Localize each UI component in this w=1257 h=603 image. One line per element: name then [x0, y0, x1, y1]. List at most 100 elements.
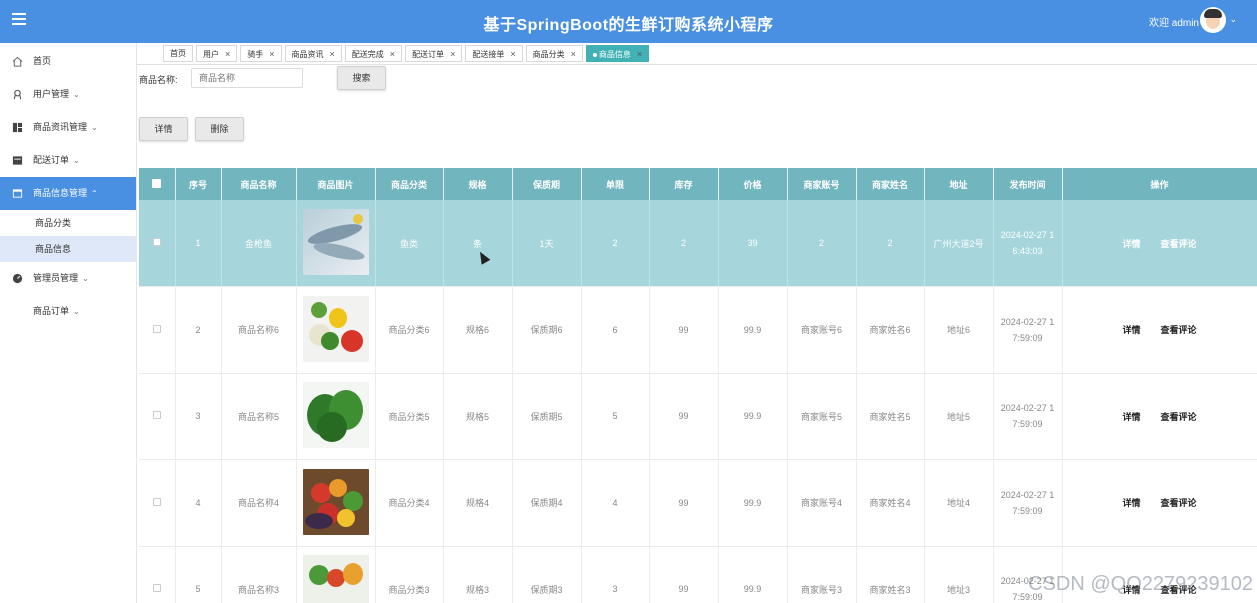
tab-delivery-orders[interactable]: 配送订单 × — [405, 45, 463, 62]
sidebar-item-label: 配送订单 — [33, 155, 70, 165]
cell-no: 1 — [175, 200, 222, 287]
cell-spec: 规格6 — [443, 286, 513, 374]
row-checkbox[interactable] — [152, 411, 161, 420]
tab-delivered[interactable]: 配送完成 × — [344, 45, 403, 62]
row-detail-button[interactable]: 详情 — [1122, 325, 1140, 335]
tab-riders[interactable]: 骑手 × — [240, 45, 282, 62]
row-detail-button[interactable]: 详情 — [1122, 412, 1140, 422]
table-row[interactable]: 2 商品名称6 商品分类6 规格6 保质期6 6 99 99.9 商家账号6 商… — [139, 286, 1257, 374]
avatar[interactable] — [1200, 7, 1226, 33]
table-row[interactable]: 3 商品名称5 商品分类5 规格5 保质期5 5 99 99.9 商家账号5 商… — [139, 373, 1257, 460]
cell-shelf-life: 1天 — [512, 200, 582, 287]
row-detail-button[interactable]: 详情 — [1122, 498, 1140, 508]
row-review-button[interactable]: 查看评论 — [1161, 239, 1197, 249]
sidebar-item-admin[interactable]: 管理员管理 ⌄ — [0, 262, 136, 295]
tab-home[interactable]: 首页 — [163, 45, 193, 62]
column-header[interactable]: 库存 — [649, 168, 719, 200]
close-icon[interactable]: × — [510, 49, 515, 59]
row-checkbox[interactable] — [152, 238, 161, 246]
tab-label: 骑手 — [247, 50, 264, 59]
row-review-button[interactable]: 查看评论 — [1161, 412, 1197, 422]
cell-stock: 2 — [649, 200, 719, 287]
cell-account: 商家账号6 — [787, 286, 857, 374]
sidebar-item-news[interactable]: 商品资讯管理 ⌄ — [0, 111, 136, 144]
column-header[interactable]: 商家姓名 — [856, 168, 925, 200]
table-row[interactable]: 1 金枪鱼 鱼类 条 1天 2 2 39 2 2 广州大道2号 2024-02-… — [139, 200, 1257, 287]
row-detail-button[interactable]: 详情 — [1122, 239, 1140, 249]
chevron-down-icon[interactable]: ⌄ — [1229, 14, 1237, 25]
tab-users[interactable]: 用户 × — [196, 45, 238, 62]
cell-address: 地址6 — [924, 286, 994, 374]
column-header[interactable]: 商品名称 — [221, 168, 297, 200]
user-icon — [13, 89, 22, 100]
close-icon[interactable]: × — [390, 49, 395, 59]
cell-date: 2024-02-27 1 7:59:09 — [993, 286, 1063, 374]
tab-delivery-accept[interactable]: 配送接单 × — [465, 45, 523, 62]
active-dot-icon — [592, 52, 597, 57]
column-header[interactable]: 序号 — [175, 168, 222, 200]
column-header[interactable]: 单限 — [581, 168, 650, 200]
chevron-down-icon: ⌄ — [82, 274, 89, 283]
delete-button[interactable]: 删除 — [195, 117, 244, 141]
close-icon[interactable]: × — [225, 49, 230, 59]
cell-account: 2 — [787, 200, 857, 287]
tab-label: 用户 — [203, 50, 219, 59]
app-title: 基于SpringBoot的生鲜订购系统小程序 — [483, 17, 774, 34]
cell-merchant: 2 — [856, 200, 925, 287]
close-icon[interactable]: × — [330, 49, 335, 59]
select-all-checkbox[interactable] — [139, 168, 176, 200]
close-icon[interactable]: × — [450, 49, 455, 59]
sidebar-item-users[interactable]: 用户管理 ⌄ — [0, 78, 136, 111]
cell-name: 商品名称5 — [221, 373, 297, 460]
column-header[interactable]: 保质期 — [512, 168, 582, 200]
row-review-button[interactable]: 查看评论 — [1161, 325, 1197, 335]
search-button[interactable]: 搜索 — [337, 66, 386, 90]
cell-name: 商品名称3 — [221, 546, 297, 603]
product-image — [302, 468, 369, 535]
cell-merchant: 商家姓名5 — [856, 373, 925, 460]
column-header[interactable]: 商品图片 — [296, 168, 376, 200]
tab-label: 配送接单 — [472, 50, 505, 59]
cell-date: 2024-02-27 1 6:43:03 — [993, 200, 1063, 287]
close-icon[interactable]: × — [571, 49, 576, 59]
row-checkbox[interactable] — [152, 497, 161, 506]
row-checkbox[interactable] — [152, 324, 161, 333]
column-header[interactable]: 商品分类 — [375, 168, 444, 200]
cell-account: 商家账号5 — [787, 373, 857, 460]
cell-no: 2 — [175, 286, 222, 374]
column-header[interactable]: 地址 — [924, 168, 994, 200]
column-header[interactable]: 商家账号 — [787, 168, 857, 200]
sidebar-item-delivery[interactable]: 配送订单 ⌄ — [0, 144, 136, 177]
column-header[interactable]: 价格 — [718, 168, 788, 200]
tab-category[interactable]: 商品分类 × — [525, 45, 583, 62]
sidebar-item-home[interactable]: 首页 — [0, 45, 136, 78]
cell-no: 4 — [175, 459, 222, 547]
tab-bar: 首页 用户 × 骑手 × 商品资讯 × 配送完成 × 配送订单 × 配送接单 × 商品分类 ×… — [163, 45, 652, 63]
row-checkbox[interactable] — [152, 584, 161, 593]
tab-news[interactable]: 商品资讯 × — [284, 45, 342, 62]
tab-product-info[interactable]: 商品信息 × — [585, 45, 650, 62]
sidebar-item-orders[interactable]: 商品订单 ⌄ — [0, 295, 136, 328]
tab-label: 首页 — [170, 49, 186, 58]
watermark: CSDN @QQ2279239102 — [1028, 573, 1253, 595]
home-icon — [12, 56, 23, 67]
close-icon[interactable]: × — [637, 49, 642, 59]
table-row[interactable]: 4 商品名称4 商品分类4 规格4 保质期4 4 99 99.9 商家账号4 商… — [139, 459, 1257, 547]
product-image — [302, 382, 369, 449]
sidebar-subitem-category[interactable]: 商品分类 — [0, 210, 136, 236]
detail-button[interactable]: 详情 — [139, 117, 188, 141]
tab-label: 商品资讯 — [291, 50, 324, 59]
close-icon[interactable]: × — [269, 49, 274, 59]
cell-category: 商品分类6 — [375, 286, 444, 374]
cell-price: 99.9 — [718, 286, 788, 374]
search-input[interactable] — [191, 68, 303, 88]
chevron-up-icon: ⌃ — [91, 189, 98, 198]
sidebar-subitem-product-info[interactable]: 商品信息 — [0, 236, 136, 262]
cell-shelf-life: 保质期4 — [512, 459, 582, 547]
column-header[interactable]: 规格 — [443, 168, 513, 200]
column-header[interactable]: 发布时间 — [993, 168, 1063, 200]
cell-limit: 6 — [581, 286, 650, 374]
row-review-button[interactable]: 查看评论 — [1161, 498, 1197, 508]
sidebar-item-product-info[interactable]: 商品信息管理 ⌃ — [0, 177, 136, 210]
cell-limit: 2 — [581, 200, 650, 287]
